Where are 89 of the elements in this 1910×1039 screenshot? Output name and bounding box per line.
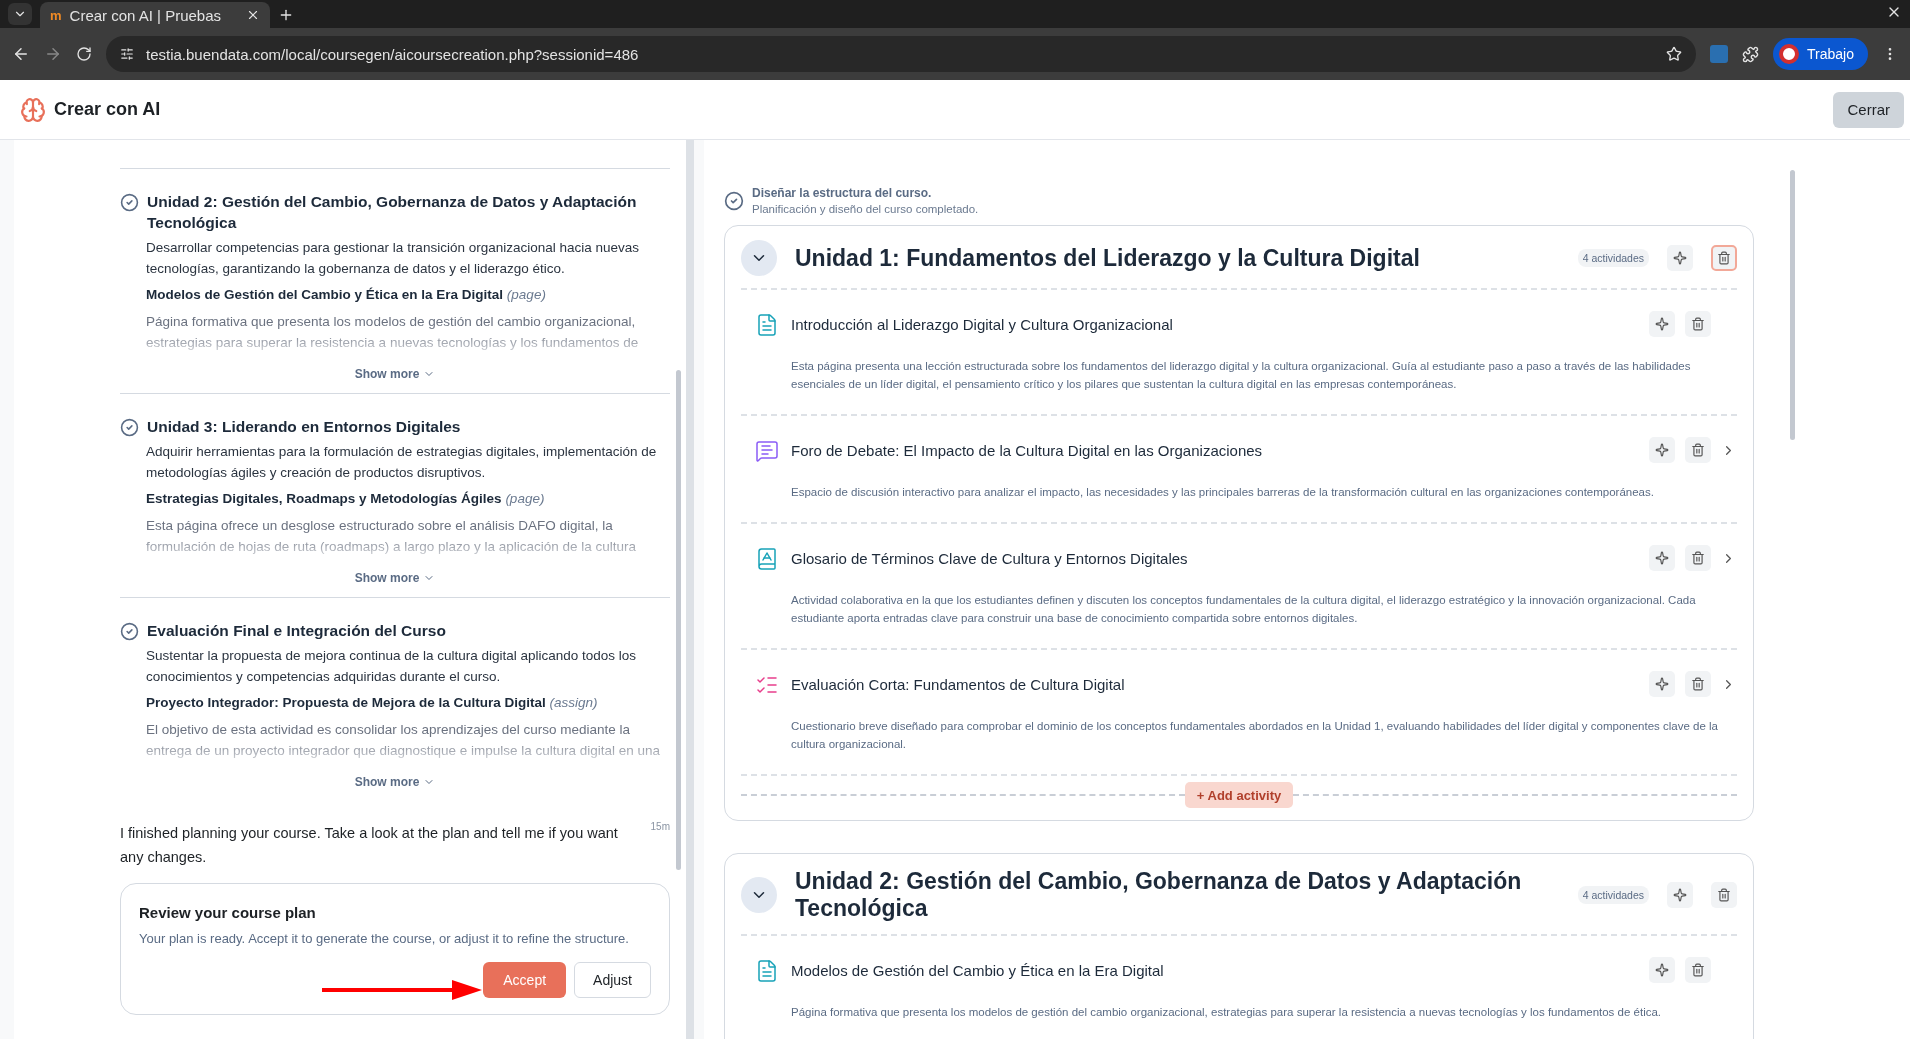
activity-description: Espacio de discusión interactivo para analizar el impacto, las necesidades y las principales barreras de la transformación cultural en las organizaciones contemporáneas. — [791, 485, 1655, 500]
unit-description: Sustentar la propuesta de mejora continua de la cultura digital aplicando todos los conocimientos y competencias adquiridas durante el curso. — [146, 647, 638, 686]
browser-tab[interactable]: m Crear con AI | Pruebas — [40, 2, 270, 28]
unit-title: Unidad 2: Gestión del Cambio, Gobernanza de Datos y Adaptación Tecnológica — [147, 192, 638, 233]
unit-title: Unidad 1: Fundamentos del Liderazgo y la Cultura Digital — [795, 244, 1421, 272]
activity-title: Foro de Debate: El Impacto de la Cultura Digital en las Organizaciones — [791, 441, 1264, 459]
show-more-button[interactable]: Show more — [354, 571, 436, 585]
activity-title: Evaluación Corta: Fundamentos de Cultura Digital — [791, 675, 1126, 693]
trash-icon — [1691, 677, 1705, 691]
check-icon — [120, 193, 139, 212]
activity-description: Cuestionario breve diseñado para comprobar el dominio de los conceptos fundamentales abordados en la Unidad 1, evaluando habilidades del líder digital y componentes clave de la cultura organizacional. — [791, 719, 1719, 752]
review-title: Review your course plan — [139, 904, 317, 921]
delete-button[interactable] — [1685, 311, 1711, 337]
activity-description: Página formativa que presenta los modelos de gestión del cambio organizacional, estrategias para superar la resistencia a nuevas tecnologías y los fundamentos de ética. — [791, 1005, 1663, 1020]
new-tab-icon[interactable] — [278, 7, 294, 23]
assistant-message: I finished planning your course. Take a look at the plan and tell me if you want any changes. — [120, 824, 619, 867]
back-icon[interactable] — [12, 45, 30, 63]
activity-description: Esta página presenta una lección estructurada sobre los fundamentos del liderazgo digital y la cultura organizacional. Guía al estudiante paso a paso a través de las habilidades esenciales de un líder digital, el pensamiento crítico y los pilares que sustentan la cultura digital en las empresas contemporáneas. — [791, 359, 1692, 392]
delete-button[interactable] — [1685, 671, 1711, 697]
add-activity-button[interactable]: + Add activity — [1184, 782, 1294, 808]
activity-description: Esta página ofrece un desglose estructurado sobre el análisis DAFO digital, la formulación de hojas de ruta (roadmaps) a largo plazo y la aplicación de la cultura — [146, 517, 638, 556]
show-more-button[interactable]: Show more — [354, 367, 436, 381]
delete-button[interactable] — [1685, 957, 1711, 983]
sparkle-icon — [1655, 551, 1669, 565]
check-icon — [120, 418, 139, 437]
trash-icon — [1691, 963, 1705, 977]
unit-description: Adquirir herramientas para la formulación de estrategias digitales, implementación de metodologías ágiles y creación de productos disruptivos. — [146, 443, 658, 482]
sparkle-icon — [1655, 677, 1669, 691]
activity-title: Glosario de Términos Clave de Cultura y Entornos Digitales — [791, 549, 1189, 567]
check-icon — [724, 190, 744, 211]
unit-title: Evaluación Final e Integración del Curso — [147, 621, 446, 641]
review-text: Your plan is ready. Accept it to generate the course, or adjust it to refine the structure. — [139, 931, 630, 946]
activity-description: Página formativa que presenta los modelos de gestión del cambio organizacional, estrategias para superar la resistencia a nuevas tecnologías y los fundamentos de — [146, 313, 640, 352]
sparkle-button[interactable] — [1649, 311, 1675, 337]
adjust-button[interactable]: Adjust — [574, 962, 651, 998]
unit-description: Desarrollar competencias para gestionar la transición organizacional hacia nuevas tecnologías, garantizando la gobernanza de datos y el liderazgo ético. — [146, 239, 641, 278]
activity-title: Estrategias Digitales, Roadmaps y Metodologías Ágiles (page) — [146, 490, 546, 508]
document-icon — [755, 959, 779, 983]
trash-icon — [1717, 251, 1731, 265]
status-title: Diseñar la estructura del curso. — [752, 186, 933, 200]
forward-icon[interactable] — [44, 45, 62, 63]
activity-description: Actividad colaborativa en la que los estudiantes definen y discuten los conceptos fundamentales de la cultura digital, el liderazgo estratégico y la innovación organizacional. Cada estudiante aporta entradas clave para construir una base de conocimiento compartida sobre entornos digitales. — [791, 593, 1697, 626]
book-icon — [755, 547, 779, 571]
site-icon: m — [50, 7, 62, 23]
activity-count: 4 actividades — [1577, 249, 1649, 267]
message-time: 15m — [650, 821, 670, 834]
profile-button[interactable]: Trabajo — [1773, 38, 1868, 70]
delete-button[interactable] — [1711, 882, 1737, 908]
activity-title: Introducción al Liderazgo Digital y Cultura Organizacional — [791, 315, 1174, 333]
sparkle-button[interactable] — [1649, 957, 1675, 983]
activity-title: Modelos de Gestión del Cambio y Ética en la Era Digital (page) — [146, 286, 547, 304]
chat-icon — [755, 439, 779, 463]
activity-description: El objetivo de esta actividad es consolidar los aprendizajes del curso mediante la entrega de un proyecto integrador que diagnostique e impulse la cultura digital en una — [146, 721, 662, 760]
trash-icon — [1691, 551, 1705, 565]
sparkle-icon — [1655, 317, 1669, 331]
unit-title: Unidad 3: Liderando en Entornos Digitales — [147, 417, 461, 437]
sparkle-icon — [1673, 251, 1687, 265]
tab-list-button[interactable] — [8, 3, 32, 25]
activity-title: Proyecto Integrador: Propuesta de Mejora de la Cultura Digital (assign) — [146, 694, 599, 712]
puzzle-icon[interactable] — [1742, 45, 1760, 63]
delete-button[interactable] — [1685, 437, 1711, 463]
sparkle-button[interactable] — [1649, 437, 1675, 463]
document-icon — [755, 313, 779, 337]
trash-icon — [1691, 317, 1705, 331]
close-button[interactable]: Cerrar — [1833, 91, 1904, 128]
sparkle-button[interactable] — [1667, 245, 1693, 271]
reload-icon[interactable] — [76, 46, 92, 62]
show-more-button[interactable]: Show more — [354, 775, 436, 789]
trash-icon — [1691, 443, 1705, 457]
address-bar[interactable]: testia.buendata.com/local/coursegen/aicoursecreation.php?sessionid=486 — [106, 36, 1697, 72]
trash-icon — [1717, 888, 1731, 902]
brain-icon — [20, 96, 46, 123]
status-text: Planificación y diseño del curso completado. — [752, 203, 979, 215]
close-tab-icon[interactable] — [246, 8, 260, 22]
delete-button[interactable] — [1711, 245, 1737, 271]
sparkle-icon — [1655, 443, 1669, 457]
check-icon — [120, 622, 139, 641]
sparkle-icon — [1673, 888, 1687, 902]
sparkle-button[interactable] — [1649, 671, 1675, 697]
sparkle-icon — [1655, 963, 1669, 977]
app-title: Crear con AI — [54, 99, 162, 120]
delete-button[interactable] — [1685, 545, 1711, 571]
activity-count: 4 actividades — [1577, 886, 1649, 904]
unit-title: Unidad 2: Gestión del Cambio, Gobernanza de Datos y Adaptación Tecnológica — [795, 868, 1523, 922]
sparkle-button[interactable] — [1649, 545, 1675, 571]
scrollbar-thumb[interactable] — [675, 370, 681, 870]
sparkle-button[interactable] — [1667, 882, 1693, 908]
activity-title: Modelos de Gestión del Cambio y Ética en la Era Digital — [791, 961, 1165, 979]
scrollbar-thumb[interactable] — [1789, 170, 1795, 440]
